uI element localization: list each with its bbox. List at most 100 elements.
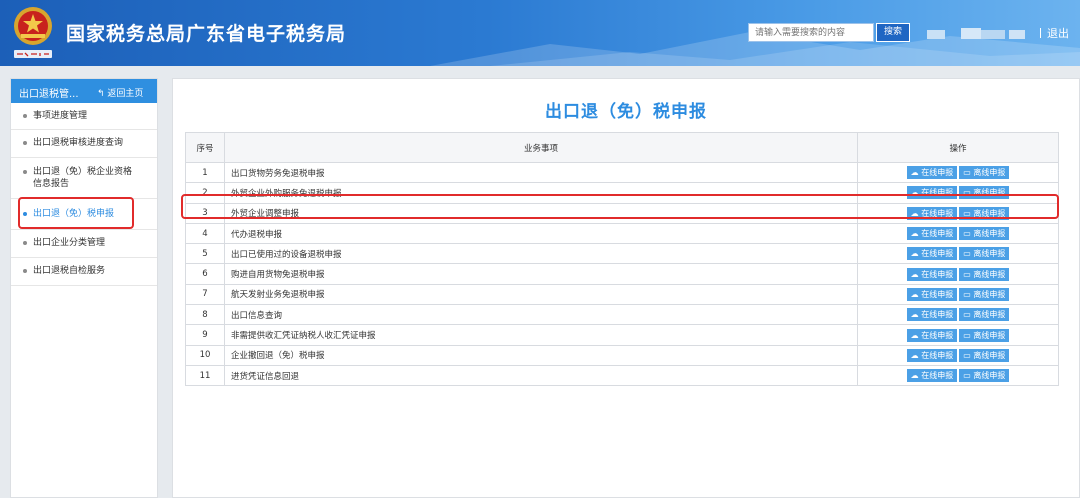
online-declare-button[interactable]: ☁ 在线申报 — [906, 348, 958, 362]
cloud-icon: ☁ — [910, 168, 919, 178]
main-panel: 出口退（免）税申报 序号 业务事项 操作 1 出口货物劳务免退税申报 ☁ 在线申报 ▭… — [172, 78, 1080, 498]
row-actions: ☁ 在线申报 ▭ 离线申报 — [857, 364, 1059, 387]
row-actions: ☁ 在线申报 ▭ 离线申报 — [857, 304, 1059, 326]
row-actions: ☁ 在线申报 ▭ 离线申报 — [857, 283, 1059, 306]
table-row: 6 购进自用货物免退税申报 ☁ 在线申报 ▭ 离线申报 — [185, 263, 1059, 285]
offline-declare-button[interactable]: ▭ 离线申报 — [959, 227, 1010, 241]
row-index: 10 — [185, 344, 225, 366]
sidebar-item-label: 出口退税审核进度查询 — [33, 138, 124, 148]
table-row: 11 进货凭证信息回退 ☁ 在线申报 ▭ 离线申报 — [185, 364, 1059, 387]
table-row: 4 代办退税申报 ☁ 在线申报 ▭ 离线申报 — [185, 222, 1059, 245]
online-declare-label: 在线申报 — [921, 168, 954, 178]
bullet-icon — [23, 269, 27, 273]
monitor-icon: ▭ — [963, 168, 971, 178]
monitor-icon: ▭ — [963, 310, 971, 320]
online-declare-label: 在线申报 — [921, 371, 954, 381]
header-divider — [1040, 28, 1041, 38]
offline-declare-button[interactable]: ▭ 离线申报 — [959, 308, 1010, 322]
offline-declare-label: 离线申报 — [973, 168, 1006, 178]
offline-declare-label: 离线申报 — [973, 229, 1006, 239]
sidebar-item-progress[interactable]: 事项进度管理 — [11, 103, 157, 130]
table-row: 8 出口信息查询 ☁ 在线申报 ▭ 离线申报 — [185, 304, 1059, 326]
monitor-icon: ▭ — [963, 371, 971, 381]
page-title: 出口退（免）税申报 — [545, 102, 707, 122]
online-declare-label: 在线申报 — [921, 289, 954, 299]
offline-declare-button[interactable]: ▭ 离线申报 — [959, 369, 1010, 383]
back-home-link[interactable]: ↰ 返回主页 — [97, 86, 143, 99]
bullet-icon — [23, 241, 27, 245]
row-actions: ☁ 在线申报 ▭ 离线申报 — [857, 161, 1059, 184]
table-row: 10 企业撤回退（免）税申报 ☁ 在线申报 ▭ 离线申报 — [185, 344, 1059, 366]
sidebar-item-review-query[interactable]: 出口退税审核进度查询 — [11, 130, 157, 158]
search-button[interactable]: 搜索 — [876, 23, 910, 42]
user-info-redacted — [923, 26, 1031, 39]
row-actions: ☁ 在线申报 ▭ 离线申报 — [857, 344, 1059, 366]
sidebar-item-label: 出口退税自检服务 — [33, 266, 106, 276]
row-index: 11 — [185, 364, 225, 387]
offline-declare-button[interactable]: ▭ 离线申报 — [959, 287, 1010, 301]
monitor-icon: ▭ — [963, 289, 971, 299]
offline-declare-button[interactable]: ▭ 离线申报 — [959, 166, 1010, 180]
online-declare-button[interactable]: ☁ 在线申报 — [906, 369, 958, 383]
cloud-icon: ☁ — [910, 269, 919, 279]
search-input[interactable] — [748, 23, 874, 42]
top-banner: 国家税务总局广东省电子税务局 搜索 退出 — [0, 0, 1080, 66]
sidebar-title: 出口退税管... — [19, 89, 79, 100]
online-declare-label: 在线申报 — [921, 229, 954, 239]
column-header-index: 序号 — [185, 132, 225, 163]
offline-declare-button[interactable]: ▭ 离线申报 — [959, 267, 1010, 281]
sidebar-item-qualification[interactable]: 出口退（免）税企业资格 信息报告 — [11, 158, 157, 199]
row-actions: ☁ 在线申报 ▭ 离线申报 — [857, 324, 1059, 346]
row-item: 出口货物劳务免退税申报 — [224, 161, 858, 184]
site-title: 国家税务总局广东省电子税务局 — [66, 23, 347, 45]
table-row: 5 出口已使用过的设备退税申报 ☁ 在线申报 ▭ 离线申报 — [185, 243, 1059, 265]
row-index: 8 — [185, 304, 225, 326]
row-actions: ☁ 在线申报 ▭ 离线申报 — [857, 243, 1059, 265]
online-declare-button[interactable]: ☁ 在线申报 — [906, 166, 958, 180]
row-item: 代办退税申报 — [224, 222, 858, 245]
row-index: 1 — [185, 161, 225, 184]
table-row: 7 航天发射业务免退税申报 ☁ 在线申报 ▭ 离线申报 — [185, 283, 1059, 306]
monitor-icon: ▭ — [963, 249, 971, 259]
online-declare-button[interactable]: ☁ 在线申报 — [906, 227, 958, 241]
row-index: 9 — [185, 324, 225, 346]
offline-declare-button[interactable]: ▭ 离线申报 — [959, 247, 1010, 261]
offline-declare-label: 离线申报 — [973, 350, 1006, 360]
cloud-icon: ☁ — [910, 330, 919, 340]
online-declare-button[interactable]: ☁ 在线申报 — [906, 247, 958, 261]
offline-declare-button[interactable]: ▭ 离线申报 — [959, 328, 1010, 342]
sidebar-item-label: 事项进度管理 — [33, 111, 88, 121]
row-item: 进货凭证信息回退 — [224, 364, 858, 387]
online-declare-label: 在线申报 — [921, 330, 954, 340]
sidebar-item-classification[interactable]: 出口企业分类管理 — [11, 230, 157, 258]
row-item: 出口已使用过的设备退税申报 — [224, 243, 858, 265]
offline-declare-button[interactable]: ▭ 离线申报 — [959, 348, 1010, 362]
online-declare-label: 在线申报 — [921, 310, 954, 320]
cloud-icon: ☁ — [910, 371, 919, 381]
sidebar-item-label: 信息报告 — [33, 179, 70, 189]
offline-declare-label: 离线申报 — [973, 269, 1006, 279]
logout-link[interactable]: 退出 — [1047, 25, 1069, 41]
sidebar-item-self-check[interactable]: 出口退税自检服务 — [11, 258, 157, 286]
online-declare-button[interactable]: ☁ 在线申报 — [906, 267, 958, 281]
row-item: 非需提供收汇凭证纳税人收汇凭证申报 — [224, 324, 858, 346]
tax-emblem-icon — [14, 7, 52, 58]
cloud-icon: ☁ — [910, 249, 919, 259]
table-header-row: 序号 业务事项 操作 — [185, 132, 1059, 163]
online-declare-label: 在线申报 — [921, 350, 954, 360]
offline-declare-label: 离线申报 — [973, 249, 1006, 259]
offline-declare-label: 离线申报 — [973, 289, 1006, 299]
column-header-item: 业务事项 — [224, 132, 858, 163]
sidebar-header: 出口退税管... ↰ 返回主页 — [11, 79, 157, 103]
monitor-icon: ▭ — [963, 330, 971, 340]
online-declare-label: 在线申报 — [921, 249, 954, 259]
monitor-icon: ▭ — [963, 350, 971, 360]
bullet-icon — [23, 141, 27, 145]
bullet-icon — [23, 170, 27, 174]
online-declare-button[interactable]: ☁ 在线申报 — [906, 308, 958, 322]
offline-declare-label: 离线申报 — [973, 371, 1006, 381]
online-declare-button[interactable]: ☁ 在线申报 — [906, 287, 958, 301]
row-item: 购进自用货物免退税申报 — [224, 263, 858, 285]
online-declare-button[interactable]: ☁ 在线申报 — [906, 328, 958, 342]
back-home-label: 返回主页 — [107, 89, 144, 99]
